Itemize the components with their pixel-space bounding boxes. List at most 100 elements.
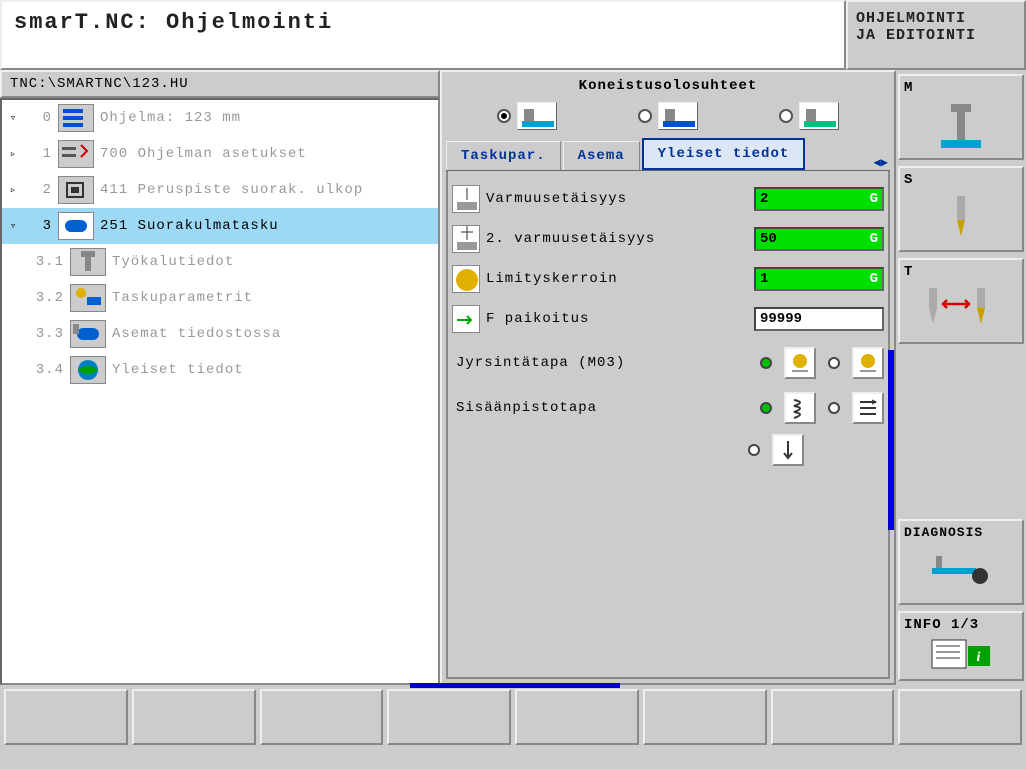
tree-item-tool[interactable]: 3.1 Työkalutiedot: [2, 244, 438, 280]
tool-icon: [70, 248, 106, 276]
safety-dist-input[interactable]: 2 G: [754, 187, 884, 211]
diagnosis-button[interactable]: DIAGNOSIS: [898, 519, 1024, 605]
tab-asema[interactable]: Asema: [563, 141, 640, 170]
tree-item-pocket[interactable]: ▿ 3 251 Suorakulmatasku: [2, 208, 438, 244]
tree-num: 3: [20, 218, 58, 234]
softkey-5[interactable]: [515, 689, 639, 745]
plunge-ramp-radio[interactable]: [828, 402, 840, 414]
safety-dist2-input[interactable]: 50 G: [754, 227, 884, 251]
file-path: TNC:\SMARTNC\123.HU: [0, 70, 440, 98]
plunge-row-1: Sisäänpistotapa: [452, 387, 884, 429]
tree-num: 3.3: [32, 326, 70, 342]
tab-yleiset[interactable]: Yleiset tiedot: [642, 138, 806, 170]
milling-climb-radio[interactable]: [760, 357, 772, 369]
tree-label: Yleiset tiedot: [112, 362, 244, 378]
softkey-1[interactable]: [4, 689, 128, 745]
param-row-safety2: 2. varmuusetäisyys 50 G: [452, 219, 884, 259]
mode-line2: JA EDITOINTI: [856, 27, 1016, 44]
param-label: F paikoitus: [486, 311, 748, 327]
softkey-3[interactable]: [260, 689, 384, 745]
pocket-icon: [58, 212, 94, 240]
tree-num: 3.2: [32, 290, 70, 306]
tree-toggle[interactable]: ▿: [6, 219, 20, 233]
plunge-vert-radio[interactable]: [748, 444, 760, 456]
safety-dist2-icon: [452, 225, 480, 253]
fpos-icon: [452, 305, 480, 333]
mode-button[interactable]: OHJELMOINTI JA EDITOINTI: [846, 0, 1026, 70]
info-button[interactable]: INFO 1/3 i: [898, 611, 1024, 681]
tree-label: Asemat tiedostossa: [112, 326, 281, 342]
t-button[interactable]: T: [898, 258, 1024, 344]
mode2-icon: [658, 102, 698, 130]
g-suffix: G: [870, 231, 878, 247]
fpos-input[interactable]: 99999: [754, 307, 884, 331]
softkey-8[interactable]: [898, 689, 1022, 745]
mode-option-3[interactable]: [779, 102, 839, 130]
machining-mode-row: [446, 100, 890, 138]
tree-num: 3.4: [32, 362, 70, 378]
plunge-helix-icon[interactable]: [784, 392, 816, 424]
t-label: T: [904, 264, 1018, 280]
value-text: 2: [760, 191, 768, 207]
param-row-fpos: F paikoitus 99999: [452, 299, 884, 339]
softkey-6[interactable]: [643, 689, 767, 745]
s-button[interactable]: S: [898, 166, 1024, 252]
param-row-safety: Varmuusetäisyys 2 G: [452, 179, 884, 219]
spindle-icon: [904, 188, 1018, 246]
tree-item-datum[interactable]: ▹ 2 411 Peruspiste suorak. ulkop: [2, 172, 438, 208]
tree-label: Työkalutiedot: [112, 254, 234, 270]
tree-item-positions[interactable]: 3.3 Asemat tiedostossa: [2, 316, 438, 352]
mode-option-1[interactable]: [497, 102, 557, 130]
plunge-ramp-icon[interactable]: [852, 392, 884, 424]
tree-num: 2: [20, 182, 58, 198]
mode3-icon: [799, 102, 839, 130]
softkey-7[interactable]: [771, 689, 895, 745]
sidebar: M S T DIAGNOSIS INFO 1/3 i: [896, 70, 1026, 685]
tree-item-global[interactable]: 3.4 Yleiset tiedot: [2, 352, 438, 388]
value-text: 1: [760, 271, 768, 287]
param-label: Limityskerroin: [486, 271, 748, 287]
m-label: M: [904, 80, 1018, 96]
param-row-overlap: Limityskerroin 1 G: [452, 259, 884, 299]
milling-climb-icon[interactable]: [784, 347, 816, 379]
page-title: smarT.NC: Ohjelmointi: [0, 0, 846, 70]
softkey-bar: [0, 685, 1026, 755]
tree-toggle[interactable]: ▹: [6, 147, 20, 161]
program-tree: ▿ 0 Ohjelma: 123 mm ▹ 1 700 Ohjelman ase…: [0, 98, 440, 685]
softkey-4[interactable]: [387, 689, 511, 745]
param-label: 2. varmuusetäisyys: [486, 231, 748, 247]
tree-item-taskupar[interactable]: 3.2 Taskuparametrit: [2, 280, 438, 316]
safety-dist-icon: [452, 185, 480, 213]
value-text: 99999: [760, 311, 802, 327]
tree-label: Taskuparametrit: [112, 290, 253, 306]
tree-num: 0: [20, 110, 58, 126]
info-icon: i: [904, 633, 1018, 675]
overlap-input[interactable]: 1 G: [754, 267, 884, 291]
mode1-icon: [517, 102, 557, 130]
machine-icon: [904, 96, 1018, 154]
form-area: Varmuusetäisyys 2 G 2. varmuusetäisyys 5…: [446, 171, 890, 679]
g-suffix: G: [870, 271, 878, 287]
tree-item-settings[interactable]: ▹ 1 700 Ohjelman asetukset: [2, 136, 438, 172]
tree-item-program[interactable]: ▿ 0 Ohjelma: 123 mm: [2, 100, 438, 136]
plunge-helix-radio[interactable]: [760, 402, 772, 414]
tree-toggle[interactable]: ▿: [6, 111, 20, 125]
scrollbar-indicator[interactable]: [888, 350, 894, 530]
positions-icon: [70, 320, 106, 348]
milling-mode-row: Jyrsintätapa (M03): [452, 339, 884, 387]
softkey-page-indicator: [410, 683, 620, 688]
tree-toggle[interactable]: ▹: [6, 183, 20, 197]
milling-conv-radio[interactable]: [828, 357, 840, 369]
plunge-vert-icon[interactable]: [772, 434, 804, 466]
taskupar-icon: [70, 284, 106, 312]
tree-label: 700 Ohjelman asetukset: [100, 146, 307, 162]
milling-label: Jyrsintätapa (M03): [452, 355, 754, 371]
mode-option-2[interactable]: [638, 102, 698, 130]
m-button[interactable]: M: [898, 74, 1024, 160]
value-text: 50: [760, 231, 777, 247]
milling-conv-icon[interactable]: [852, 347, 884, 379]
softkey-2[interactable]: [132, 689, 256, 745]
tab-scroll-arrows[interactable]: ◀▶: [872, 155, 890, 170]
tab-taskupar[interactable]: Taskupar.: [446, 141, 561, 170]
mode-line1: OHJELMOINTI: [856, 10, 1016, 27]
